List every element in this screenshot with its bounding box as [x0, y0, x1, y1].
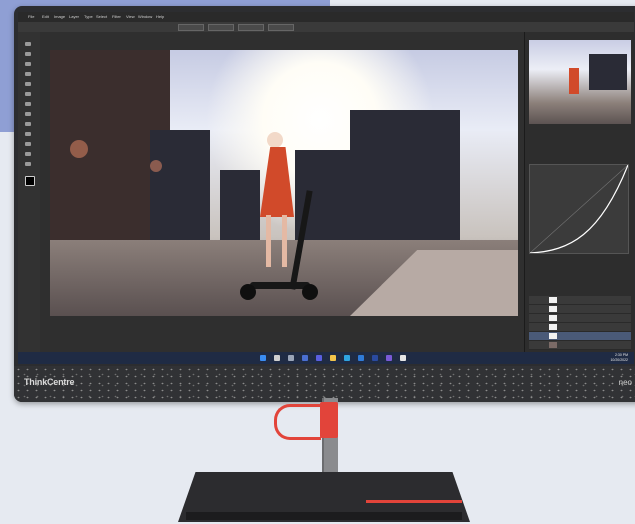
- eraser-tool-icon[interactable]: [25, 112, 31, 116]
- pen-tool-icon[interactable]: [25, 132, 31, 136]
- widgets-icon[interactable]: [302, 355, 308, 361]
- crop-tool-icon[interactable]: [25, 72, 31, 76]
- layer-row[interactable]: [529, 341, 631, 350]
- thumbnail-rider: [569, 68, 579, 94]
- lasso-tool-icon[interactable]: [25, 62, 31, 66]
- rider-head: [267, 132, 283, 148]
- building: [220, 170, 260, 240]
- type-tool-icon[interactable]: [25, 142, 31, 146]
- photoshop-icon[interactable]: [372, 355, 378, 361]
- hand-tool-icon[interactable]: [25, 152, 31, 156]
- building: [150, 130, 210, 240]
- menu-view[interactable]: View: [126, 14, 135, 19]
- gradient-tool-icon[interactable]: [25, 122, 31, 126]
- navigator-thumbnail[interactable]: [529, 40, 631, 124]
- store-icon[interactable]: [358, 355, 364, 361]
- brand-mark: neo: [618, 378, 632, 387]
- curves-graph[interactable]: [529, 164, 629, 254]
- layer-thumbnail: [549, 306, 557, 312]
- taskbar-clock[interactable]: 2:30 PM 10/20/2022: [610, 353, 628, 363]
- menu-layer[interactable]: Layer: [69, 14, 79, 19]
- building: [350, 110, 460, 250]
- rider-leg: [282, 215, 287, 267]
- color-swatch-icon[interactable]: [25, 176, 35, 186]
- layer-thumbnail: [549, 333, 557, 339]
- zoom-tool-icon[interactable]: [25, 162, 31, 166]
- menu-type[interactable]: Type: [84, 14, 93, 19]
- layer-thumbnail: [549, 324, 557, 330]
- options-button[interactable]: [238, 24, 264, 31]
- scooter-deck: [250, 282, 310, 289]
- layer-thumbnail: [549, 315, 557, 321]
- menu-help[interactable]: Help: [156, 14, 164, 19]
- app-menubar: File Edit Image Layer Type Select Filter…: [18, 12, 634, 22]
- layer-row[interactable]: [529, 314, 631, 323]
- eyedropper-tool-icon[interactable]: [25, 82, 31, 86]
- layer-thumbnail: [549, 297, 557, 303]
- chat-icon[interactable]: [316, 355, 322, 361]
- options-button[interactable]: [178, 24, 204, 31]
- menu-window[interactable]: Window: [138, 14, 152, 19]
- right-panels: [524, 32, 634, 352]
- options-button[interactable]: [208, 24, 234, 31]
- menu-filter[interactable]: Filter: [112, 14, 121, 19]
- menu-edit[interactable]: Edit: [42, 14, 49, 19]
- monitor: File Edit Image Layer Type Select Filter…: [14, 6, 635, 402]
- stand-base-edge: [186, 512, 462, 520]
- clock-date: 10/20/2022: [610, 358, 628, 362]
- layer-row[interactable]: [529, 296, 631, 305]
- marquee-tool-icon[interactable]: [25, 52, 31, 56]
- browser-icon[interactable]: [344, 355, 350, 361]
- canvas-area: [40, 32, 524, 352]
- app-icon[interactable]: [386, 355, 392, 361]
- move-tool-icon[interactable]: [25, 42, 31, 46]
- options-button[interactable]: [268, 24, 294, 31]
- layer-row[interactable]: [529, 323, 631, 332]
- monitor-chin: ThinkCentre neo: [14, 366, 635, 402]
- menu-select[interactable]: Select: [96, 14, 107, 19]
- curves-line: [529, 164, 629, 254]
- menu-file[interactable]: File: [28, 14, 34, 19]
- tools-panel: [18, 32, 41, 352]
- brand-logo: ThinkCentre: [24, 377, 75, 387]
- start-icon[interactable]: [260, 355, 266, 361]
- edited-photo: [50, 50, 518, 316]
- menu-image[interactable]: Image: [54, 14, 65, 19]
- taskbar: 2:30 PM 10/20/2022: [18, 352, 634, 364]
- scooter-wheel: [302, 284, 318, 300]
- layer-thumbnail: [549, 342, 557, 348]
- search-icon[interactable]: [274, 355, 280, 361]
- layer-row[interactable]: [529, 305, 631, 314]
- scooter-wheel: [240, 284, 256, 300]
- cable-clip-band: [320, 402, 338, 438]
- rider-leg: [266, 215, 271, 267]
- layer-row-selected[interactable]: [529, 332, 631, 341]
- file-explorer-icon[interactable]: [330, 355, 336, 361]
- lens-flare: [150, 160, 162, 172]
- task-view-icon[interactable]: [288, 355, 294, 361]
- lens-flare: [70, 140, 88, 158]
- thumbnail-building: [589, 54, 627, 90]
- stamp-tool-icon[interactable]: [25, 102, 31, 106]
- cable-clip-loop: [274, 404, 321, 440]
- monitor-screen: File Edit Image Layer Type Select Filter…: [18, 12, 634, 364]
- brush-tool-icon[interactable]: [25, 92, 31, 96]
- app-icon[interactable]: [400, 355, 406, 361]
- stand-accent-stripe: [366, 500, 462, 503]
